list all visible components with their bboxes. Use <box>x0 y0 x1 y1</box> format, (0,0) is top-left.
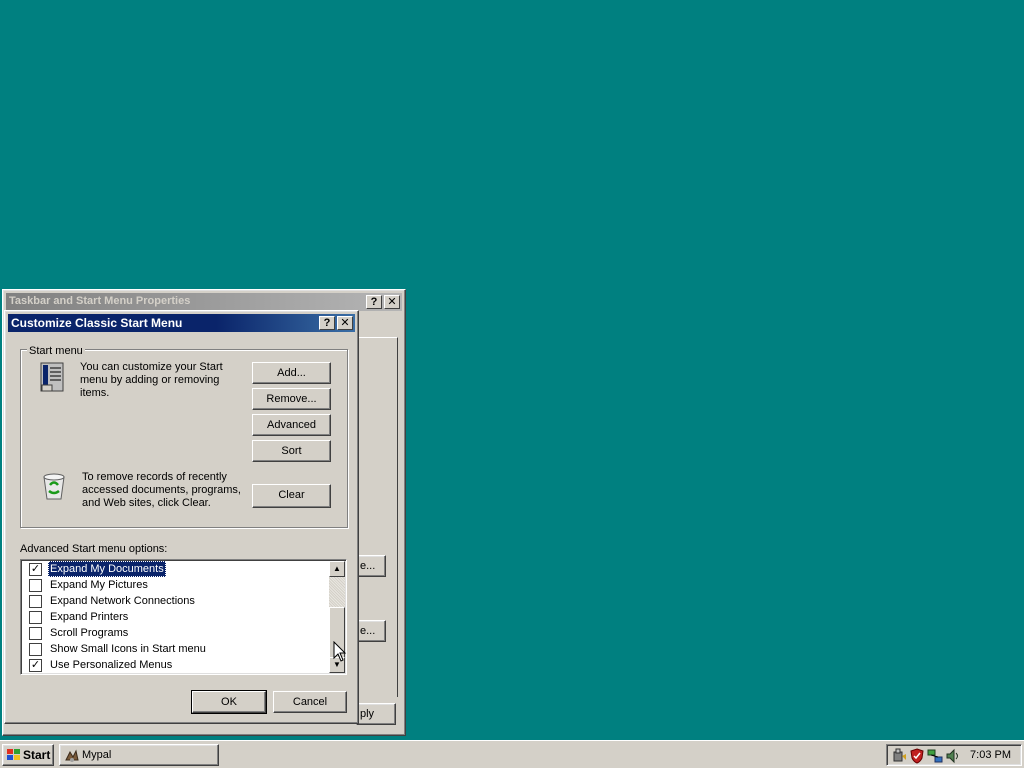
system-tray: 7:03 PM <box>886 744 1022 766</box>
start-menu-icon <box>38 361 70 393</box>
scroll-up-button[interactable]: ▲ <box>329 561 345 577</box>
start-label: Start <box>23 748 51 762</box>
dialog-titlebar[interactable]: Customize Classic Start Menu ? ✕ <box>8 314 355 332</box>
option-expand-printers[interactable]: Expand Printers <box>24 609 324 625</box>
dialog-title: Customize Classic Start Menu <box>11 316 183 330</box>
option-label: Expand My Pictures <box>50 579 148 591</box>
option-expand-network-connections[interactable]: Expand Network Connections <box>24 593 324 609</box>
advanced-button[interactable]: Advanced <box>252 414 331 436</box>
option-label: Show Small Icons in Start menu <box>50 643 206 655</box>
option-label: Use Personalized Menus <box>50 659 173 671</box>
taskbar: Start Mypal 7:03 PM <box>0 740 1024 768</box>
back-window-title: Taskbar and Start Menu Properties <box>9 295 191 307</box>
apply-button-fragment[interactable]: ply <box>356 703 396 725</box>
taskbar-item-label: Mypal <box>82 749 112 761</box>
clear-button[interactable]: Clear <box>252 484 331 508</box>
taskbar-item-mypal[interactable]: Mypal <box>59 744 219 766</box>
checkbox-expand-printers[interactable] <box>29 611 42 624</box>
start-button[interactable]: Start <box>2 744 54 766</box>
add-button[interactable]: Add... <box>252 362 331 384</box>
advanced-options-list[interactable]: ✓ Expand My Documents Expand My Pictures… <box>20 559 347 675</box>
clock[interactable]: 7:03 PM <box>970 749 1011 761</box>
checkbox-use-personalized-menus[interactable]: ✓ <box>29 659 42 672</box>
option-scroll-programs[interactable]: Scroll Programs <box>24 625 324 641</box>
usb-icon[interactable] <box>891 748 907 764</box>
option-label: Expand Printers <box>50 611 129 623</box>
recycle-bin-icon <box>38 469 70 501</box>
shield-icon[interactable] <box>909 748 925 764</box>
remove-button[interactable]: Remove... <box>252 388 331 410</box>
sort-button[interactable]: Sort <box>252 440 331 462</box>
customize-description: You can customize your Start menu by add… <box>80 361 223 399</box>
ok-button[interactable]: OK <box>191 690 267 714</box>
option-label: Expand My Documents <box>48 561 166 577</box>
advanced-options-label: Advanced Start menu options: <box>20 543 168 555</box>
cancel-button[interactable]: Cancel <box>273 691 347 713</box>
customize-start-menu-dialog: Customize Classic Start Menu ? ✕ Start m… <box>4 310 359 724</box>
checkbox-expand-my-documents[interactable]: ✓ <box>29 563 42 576</box>
back-window-titlebar[interactable]: Taskbar and Start Menu Properties ? ✕ <box>6 293 402 311</box>
back-button-fragment-1[interactable]: e... <box>356 555 386 577</box>
mouse-cursor-icon <box>333 640 347 663</box>
checkbox-scroll-programs[interactable] <box>29 627 42 640</box>
start-menu-group-label: Start menu <box>27 345 85 357</box>
mypal-icon <box>65 749 79 762</box>
back-button-fragment-2[interactable]: e... <box>356 620 386 642</box>
clear-description: To remove records of recently accessed d… <box>82 471 241 509</box>
option-label: Expand Network Connections <box>50 595 195 607</box>
checkbox-show-small-icons[interactable] <box>29 643 42 656</box>
back-help-button[interactable]: ? <box>366 295 382 309</box>
volume-icon[interactable] <box>945 748 961 764</box>
windows-logo-icon <box>7 749 20 760</box>
option-expand-my-pictures[interactable]: Expand My Pictures <box>24 577 324 593</box>
network-icon[interactable] <box>927 748 943 764</box>
checkbox-expand-network-connections[interactable] <box>29 595 42 608</box>
checkbox-expand-my-pictures[interactable] <box>29 579 42 592</box>
option-show-small-icons[interactable]: Show Small Icons in Start menu <box>24 641 324 657</box>
back-tab-panel-edge <box>358 337 398 697</box>
option-expand-my-documents[interactable]: ✓ Expand My Documents <box>24 561 324 577</box>
dialog-help-button[interactable]: ? <box>319 316 335 330</box>
back-close-button[interactable]: ✕ <box>384 295 400 309</box>
dialog-close-button[interactable]: ✕ <box>337 316 353 330</box>
option-label: Scroll Programs <box>50 627 129 639</box>
option-use-personalized-menus[interactable]: ✓ Use Personalized Menus <box>24 657 324 673</box>
